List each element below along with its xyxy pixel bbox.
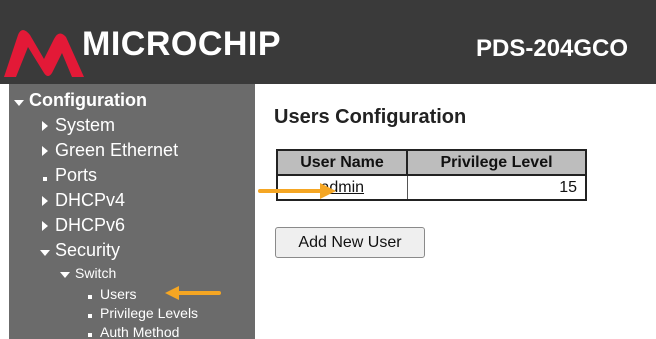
privilege-level-cell: 15 bbox=[406, 174, 587, 201]
sidebar-item-green-ethernet[interactable]: Green Ethernet bbox=[38, 139, 178, 161]
table-header-row: User Name Privilege Level bbox=[276, 149, 587, 176]
caret-right-icon bbox=[38, 189, 52, 211]
sidebar-item-switch[interactable]: Switch bbox=[58, 264, 116, 282]
microchip-logo-icon bbox=[4, 30, 84, 77]
sidebar-item-label: System bbox=[55, 115, 116, 135]
sidebar-item-auth-method[interactable]: Auth Method bbox=[83, 323, 179, 339]
column-header: User Name bbox=[276, 149, 408, 176]
sidebar-item-label: Privilege Levels bbox=[100, 305, 199, 321]
sidebar-item-label: Switch bbox=[75, 265, 117, 281]
sidebar-item-users[interactable]: Users bbox=[83, 285, 137, 303]
bullet-icon bbox=[38, 164, 52, 186]
caret-down-icon bbox=[58, 264, 72, 282]
page-title: Users Configuration bbox=[274, 106, 467, 128]
sidebar-item-label: Auth Method bbox=[100, 324, 180, 339]
sidebar-item-ports[interactable]: Ports bbox=[38, 164, 97, 186]
sidebar-item-privilege-levels[interactable]: Privilege Levels bbox=[83, 304, 198, 322]
annotation-arrow-icon bbox=[258, 183, 336, 199]
caret-down-icon bbox=[38, 239, 52, 261]
product-name: PDS-204GCO bbox=[476, 35, 629, 62]
caret-right-icon bbox=[38, 214, 52, 236]
caret-down-icon bbox=[12, 89, 26, 111]
annotation-arrow-icon bbox=[165, 286, 221, 300]
sidebar-item-label: Security bbox=[55, 240, 121, 260]
sidebar-item-label: Ports bbox=[55, 165, 98, 185]
sidebar-item-label: Green Ethernet bbox=[55, 140, 179, 160]
bullet-icon bbox=[83, 323, 97, 339]
column-header: Privilege Level bbox=[406, 149, 587, 176]
sidebar-item-system[interactable]: System bbox=[38, 114, 115, 136]
caret-right-icon bbox=[38, 139, 52, 161]
caret-right-icon bbox=[38, 114, 52, 136]
bullet-icon bbox=[83, 285, 97, 303]
brand-name: MICROCHIP bbox=[82, 25, 282, 63]
sidebar-item-label: Configuration bbox=[29, 90, 147, 110]
sidebar-item-configuration[interactable]: Configuration bbox=[12, 89, 147, 111]
sidebar-item-dhcpv4[interactable]: DHCPv4 bbox=[38, 189, 125, 211]
sidebar-item-label: Users bbox=[100, 286, 137, 302]
header-bar: MICROCHIP PDS-204GCO bbox=[0, 0, 656, 84]
sidebar-item-dhcpv6[interactable]: DHCPv6 bbox=[38, 214, 125, 236]
sidebar-item-label: DHCPv4 bbox=[55, 190, 126, 210]
sidebar-item-label: DHCPv6 bbox=[55, 215, 126, 235]
add-new-user-button[interactable]: Add New User bbox=[275, 227, 425, 258]
bullet-icon bbox=[83, 304, 97, 322]
sidebar-item-security[interactable]: Security bbox=[38, 239, 120, 261]
